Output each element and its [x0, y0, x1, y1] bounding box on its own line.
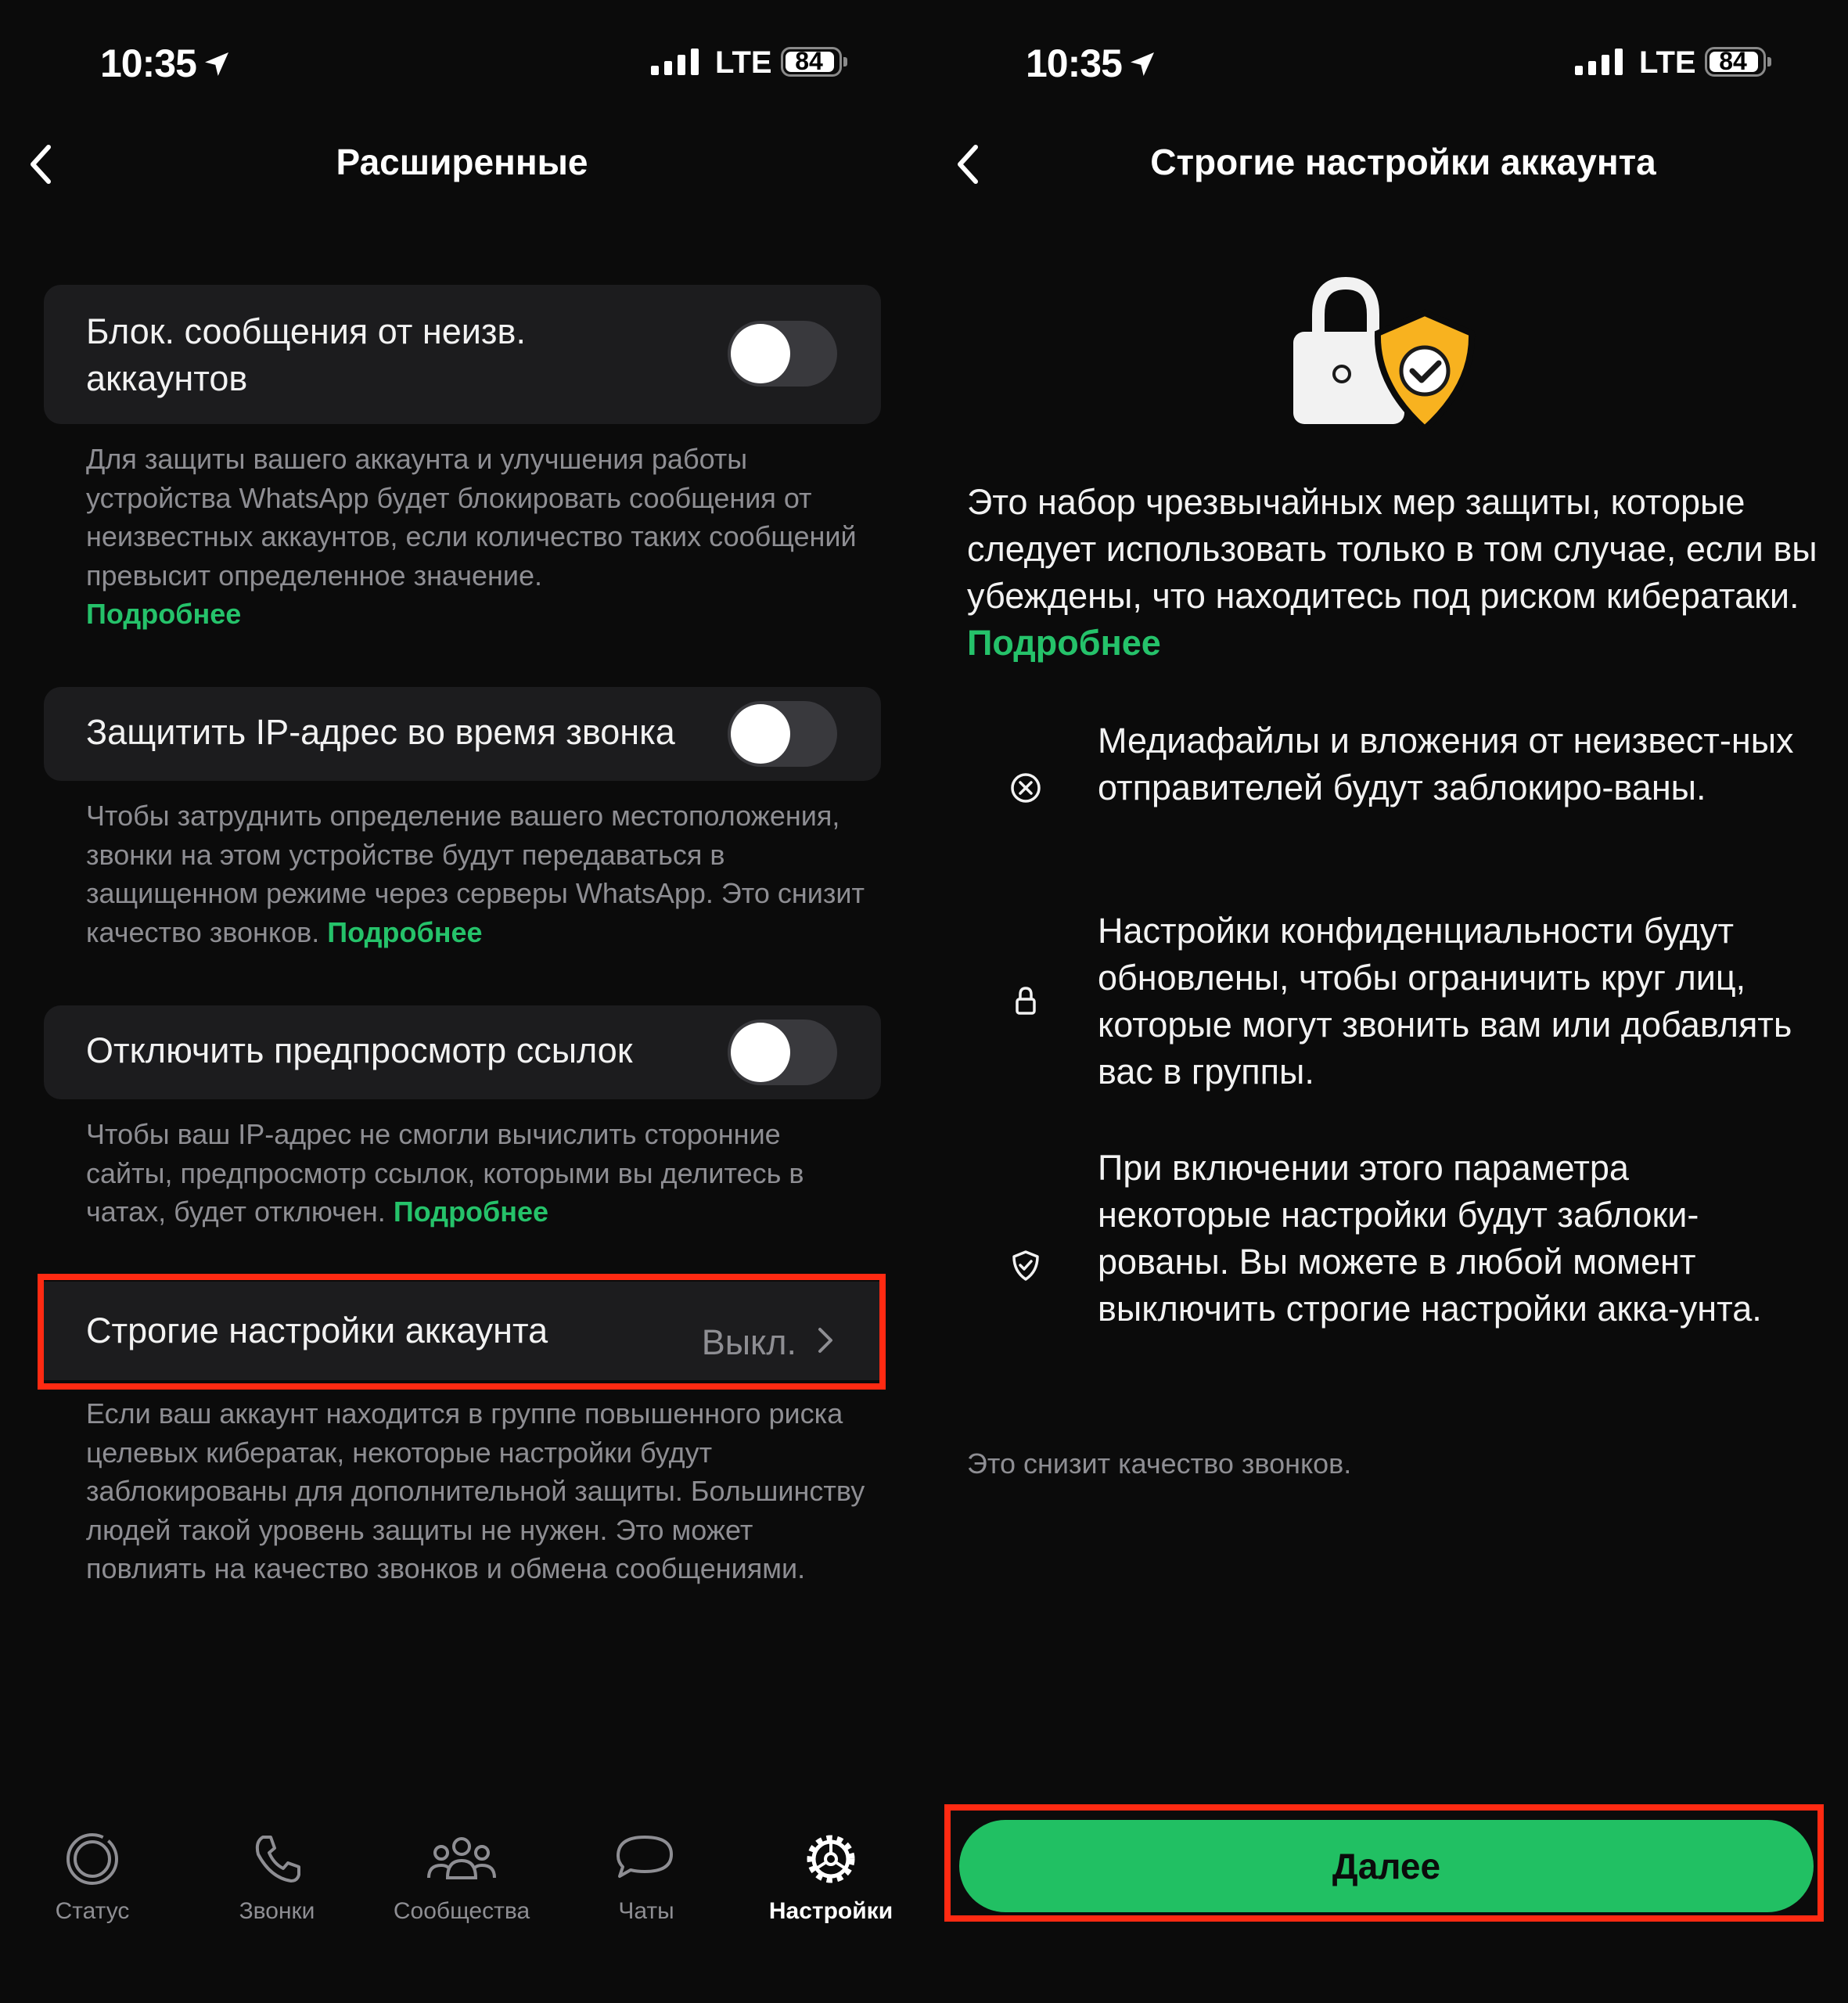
battery-icon: 84 — [781, 47, 847, 77]
learn-more-link[interactable]: Подробнее — [86, 598, 241, 630]
bullet-settings-locked: При включении этого параметра некоторые … — [1098, 1148, 1762, 1329]
tab-settings[interactable]: Настройки — [739, 1831, 923, 1925]
location-arrow-icon — [204, 52, 228, 76]
communities-icon — [427, 1837, 496, 1879]
phone-icon — [255, 1836, 300, 1883]
learn-more-link[interactable]: Подробнее — [327, 916, 482, 948]
footnote-text: Это снизит качество звонков. — [967, 1447, 1352, 1480]
setting-disable-link-preview: Отключить предпросмотр ссылок — [44, 1005, 881, 1099]
signal-icon — [651, 47, 699, 75]
highlight-box — [38, 1274, 886, 1390]
network-type: LTE — [1639, 45, 1696, 80]
page-title: Строгие настройки аккаунта — [1150, 142, 1656, 182]
status-icon — [67, 1833, 118, 1885]
advanced-settings-screen: 10:35 LTE 84 Расширенные Блок. сообщения… — [0, 0, 924, 2003]
highlight-box — [944, 1804, 1824, 1922]
strict-account-settings-screen: 10:35 LTE 84 Строгие настройки аккаунта … — [924, 0, 1848, 2003]
lock-icon — [1016, 987, 1036, 1015]
chat-bubbles-icon — [617, 1836, 673, 1878]
setting-description: Для защиты вашего аккаунта и улучшения р… — [86, 443, 857, 630]
bullet-media-blocked: Медиафайлы и вложения от неизвест-ных от… — [1098, 721, 1794, 807]
protect-ip-toggle[interactable] — [728, 701, 837, 767]
status-time: 10:35 — [1026, 41, 1158, 86]
tab-communities[interactable]: Сообщества — [369, 1831, 554, 1925]
signal-icon — [1575, 47, 1623, 75]
setting-description: Чтобы затруднить определение вашего мест… — [86, 800, 865, 948]
intro-text: Это набор чрезвычайных мер защиты, котор… — [967, 482, 1817, 663]
setting-description: Чтобы ваш IP-адрес не смогли вычислить с… — [86, 1118, 804, 1228]
x-circle-icon — [1011, 773, 1041, 803]
tab-calls[interactable]: Звонки — [185, 1831, 369, 1925]
setting-description: Если ваш аккаунт находится в группе повы… — [86, 1397, 865, 1584]
link-preview-toggle[interactable] — [728, 1019, 837, 1085]
learn-more-link[interactable]: Подробнее — [967, 623, 1161, 663]
page-title: Расширенные — [336, 142, 588, 182]
status-time: 10:35 — [100, 41, 232, 86]
tab-chats[interactable]: Чаты — [554, 1831, 739, 1925]
tab-status[interactable]: Статус — [0, 1831, 185, 1925]
learn-more-link[interactable]: Подробнее — [394, 1196, 548, 1228]
battery-icon: 84 — [1705, 47, 1771, 77]
lock-shield-illustration-icon — [1293, 276, 1476, 432]
bullet-privacy-updated: Настройки конфиденциальности будут обнов… — [1098, 911, 1792, 1091]
network-type: LTE — [715, 45, 772, 80]
setting-block-unknown-messages: Блок. сообщения от неизв. аккаунтов — [44, 285, 881, 424]
gear-icon — [807, 1835, 855, 1883]
block-unknown-toggle[interactable] — [728, 321, 837, 387]
location-arrow-icon — [1130, 52, 1154, 76]
shield-check-icon — [1012, 1250, 1039, 1281]
setting-protect-ip: Защитить IP-адрес во время звонка — [44, 687, 881, 781]
